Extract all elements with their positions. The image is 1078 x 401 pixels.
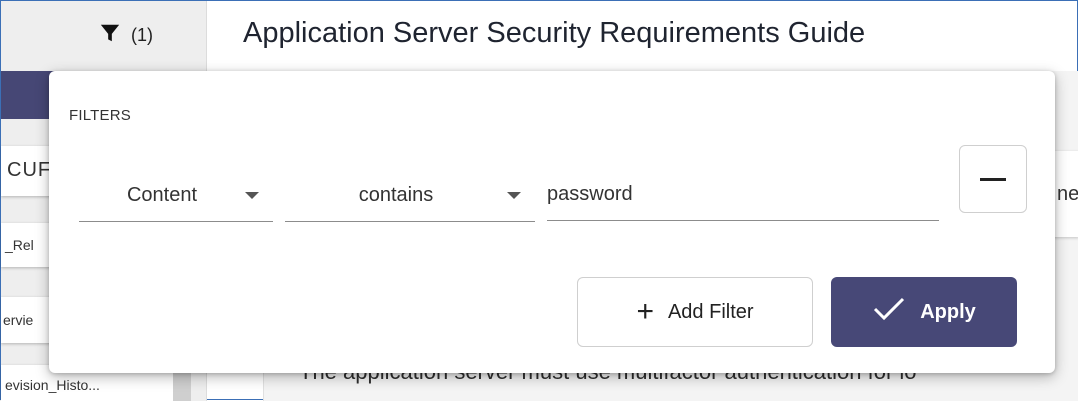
filter-toggle-button[interactable]: (1) [71,15,181,55]
filters-heading: FILTERS [69,107,131,124]
dropdown-caret-icon [507,191,521,199]
filters-popover: FILTERS Content contains + Add Filter Ap… [49,71,1055,373]
add-filter-button[interactable]: + Add Filter [577,277,813,347]
dropdown-caret-icon [245,191,259,199]
minus-icon [980,177,1006,181]
operator-select-value: contains [358,183,434,206]
page-title: Application Server Security Requirements… [243,17,866,49]
apply-label: Apply [920,300,976,323]
filter-count: (1) [131,24,153,45]
plus-icon: + [636,295,654,328]
remove-filter-button[interactable] [959,145,1027,213]
field-select-value: Content [126,183,198,206]
filter-value-input[interactable] [547,169,939,221]
field-select[interactable]: Content [79,169,273,222]
filter-icon [99,22,121,49]
operator-select[interactable]: contains [285,169,535,222]
add-filter-label: Add Filter [667,300,754,323]
apply-button[interactable]: Apply [831,277,1017,347]
checkmark-icon [872,296,906,328]
